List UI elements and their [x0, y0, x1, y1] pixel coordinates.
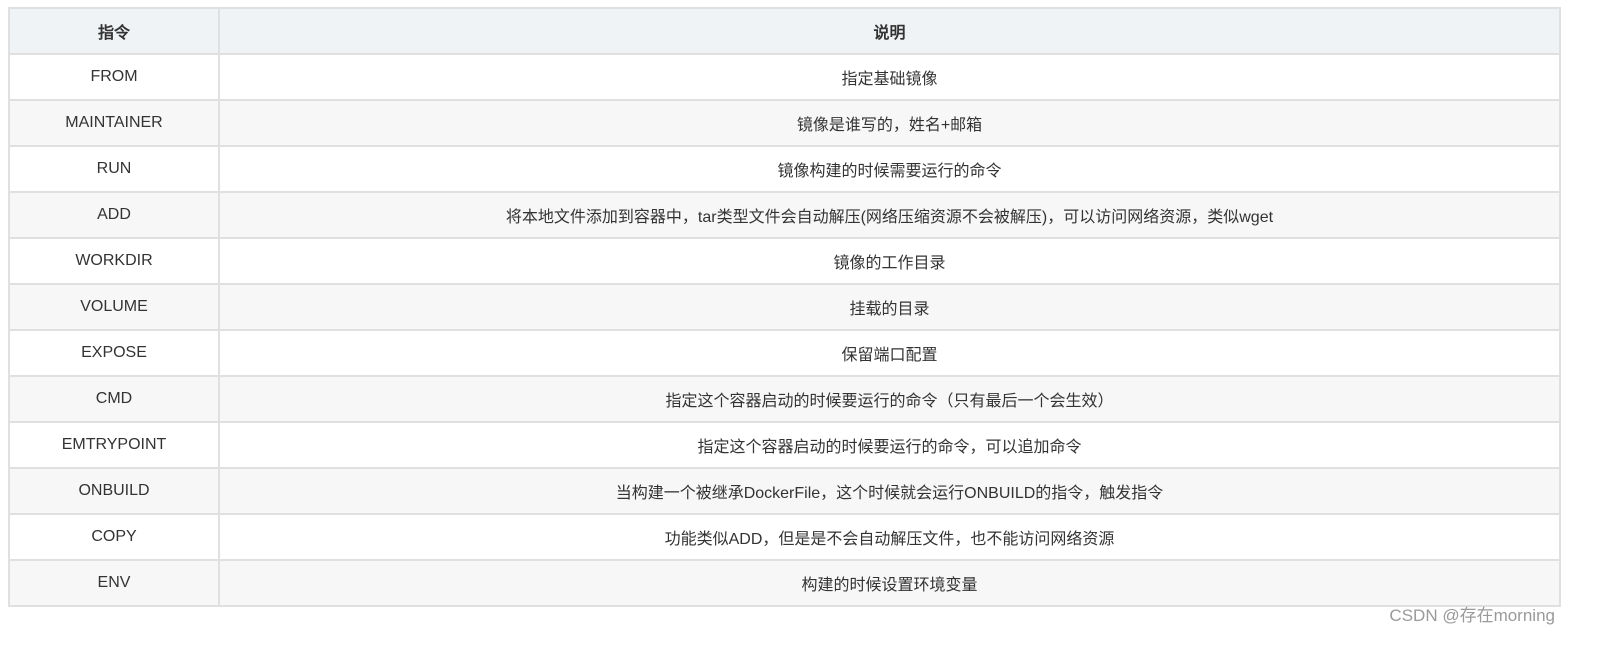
table-row: COPY 功能类似ADD，但是是不会自动解压文件，也不能访问网络资源	[8, 513, 1561, 561]
table-row: VOLUME 挂载的目录	[8, 283, 1561, 331]
instruction-cell: VOLUME	[8, 283, 220, 331]
instruction-cell: RUN	[8, 145, 220, 193]
description-cell: 构建的时候设置环境变量	[218, 559, 1561, 607]
table-row: EMTRYPOINT 指定这个容器启动的时候要运行的命令，可以追加命令	[8, 421, 1561, 469]
description-cell: 挂载的目录	[218, 283, 1561, 331]
description-cell: 将本地文件添加到容器中，tar类型文件会自动解压(网络压缩资源不会被解压)，可以…	[218, 191, 1561, 239]
description-cell: 指定基础镜像	[218, 53, 1561, 101]
header-description: 说明	[218, 7, 1561, 55]
instruction-cell: EXPOSE	[8, 329, 220, 377]
instruction-cell: WORKDIR	[8, 237, 220, 285]
description-cell: 镜像是谁写的，姓名+邮箱	[218, 99, 1561, 147]
table-row: MAINTAINER 镜像是谁写的，姓名+邮箱	[8, 99, 1561, 147]
description-cell: 当构建一个被继承DockerFile，这个时候就会运行ONBUILD的指令，触发…	[218, 467, 1561, 515]
header-instruction: 指令	[8, 7, 220, 55]
watermark: CSDN @存在morning	[1389, 606, 1555, 625]
table-row: RUN 镜像构建的时候需要运行的命令	[8, 145, 1561, 193]
description-cell: 镜像的工作目录	[218, 237, 1561, 285]
instruction-cell: EMTRYPOINT	[8, 421, 220, 469]
table-header-row: 指令 说明	[8, 7, 1561, 55]
instruction-cell: CMD	[8, 375, 220, 423]
dockerfile-instructions-table: 指令 说明 FROM 指定基础镜像 MAINTAINER 镜像是谁写的，姓名+邮箱 RU…	[8, 7, 1561, 607]
description-cell: 指定这个容器启动的时候要运行的命令，可以追加命令	[218, 421, 1561, 469]
table-row: CMD 指定这个容器启动的时候要运行的命令（只有最后一个会生效）	[8, 375, 1561, 423]
table-row: WORKDIR 镜像的工作目录	[8, 237, 1561, 285]
table-row: ONBUILD 当构建一个被继承DockerFile，这个时候就会运行ONBUIL…	[8, 467, 1561, 515]
description-cell: 保留端口配置	[218, 329, 1561, 377]
table-row: ADD 将本地文件添加到容器中，tar类型文件会自动解压(网络压缩资源不会被解压)…	[8, 191, 1561, 239]
description-cell: 功能类似ADD，但是是不会自动解压文件，也不能访问网络资源	[218, 513, 1561, 561]
table-row: FROM 指定基础镜像	[8, 53, 1561, 101]
instruction-cell: ADD	[8, 191, 220, 239]
instruction-cell: COPY	[8, 513, 220, 561]
description-cell: 指定这个容器启动的时候要运行的命令（只有最后一个会生效）	[218, 375, 1561, 423]
table-row: ENV 构建的时候设置环境变量	[8, 559, 1561, 607]
instruction-cell: MAINTAINER	[8, 99, 220, 147]
table-row: EXPOSE 保留端口配置	[8, 329, 1561, 377]
instruction-cell: ONBUILD	[8, 467, 220, 515]
instruction-cell: FROM	[8, 53, 220, 101]
description-cell: 镜像构建的时候需要运行的命令	[218, 145, 1561, 193]
instruction-cell: ENV	[8, 559, 220, 607]
